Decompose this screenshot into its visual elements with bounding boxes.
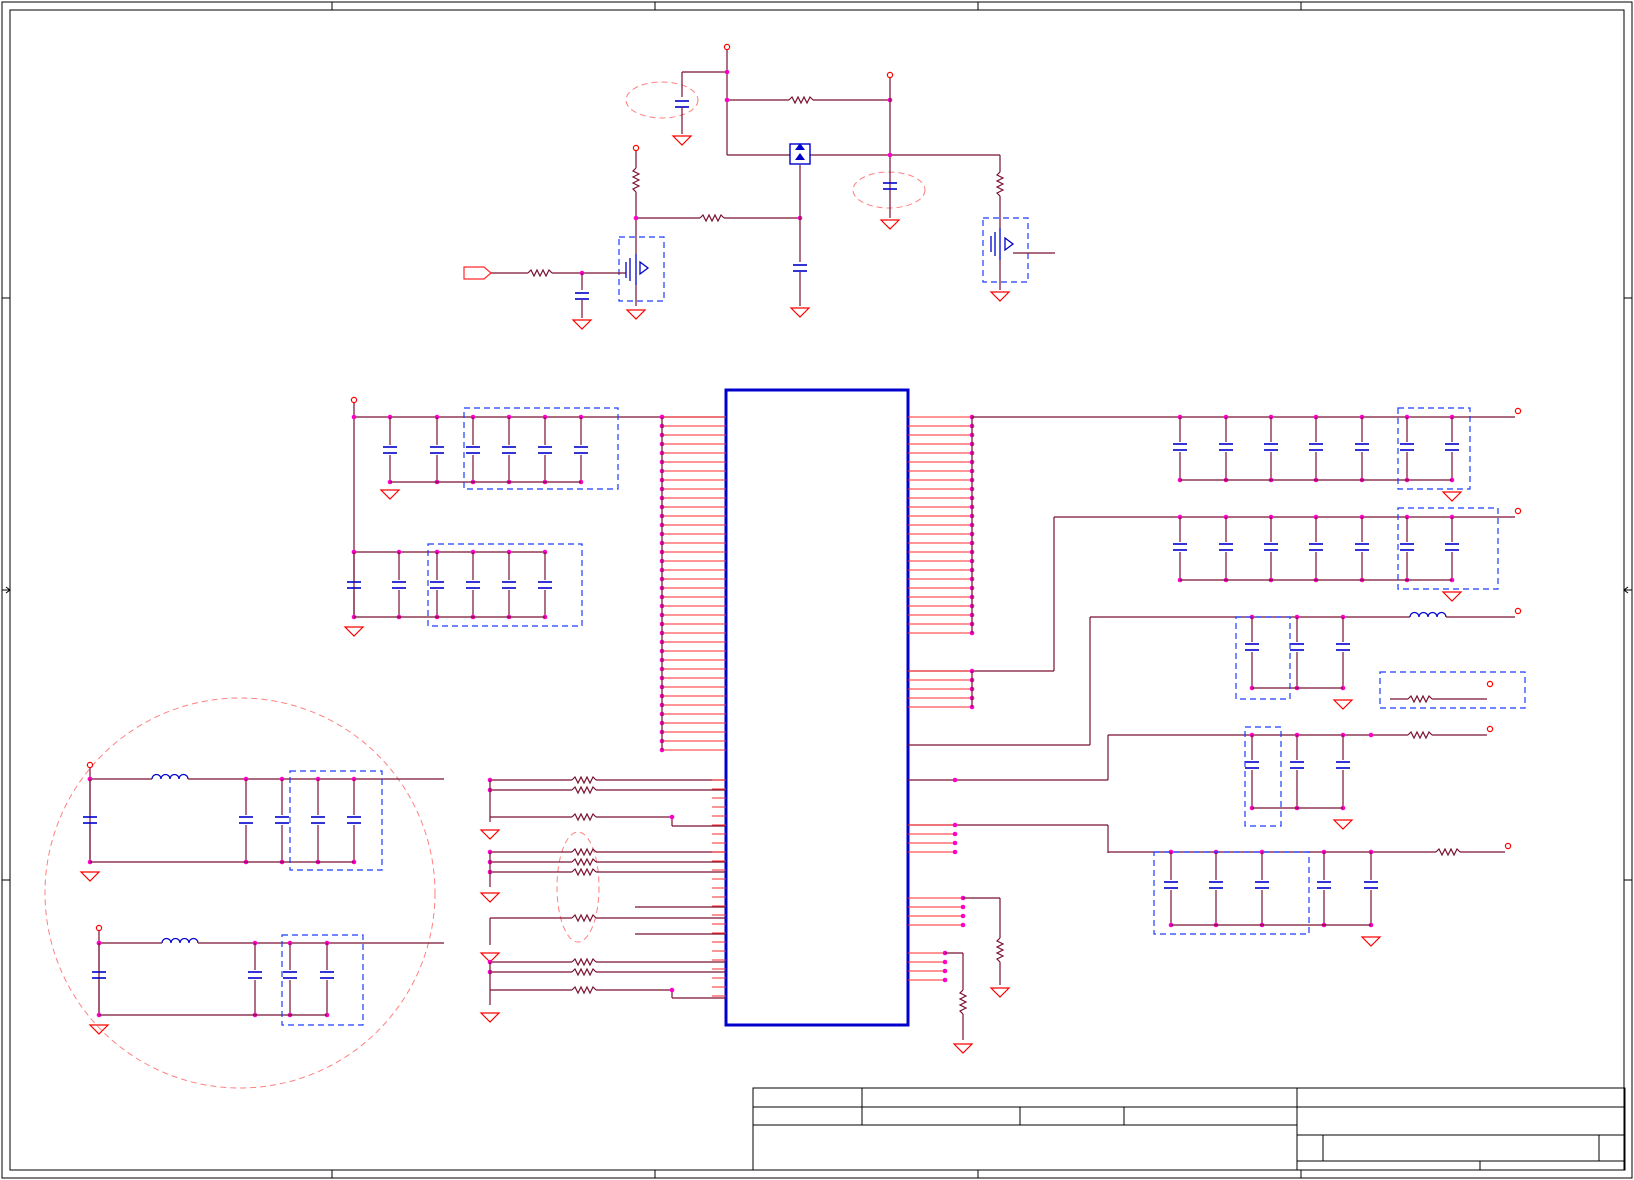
ground-icon xyxy=(789,307,811,318)
ground-icon xyxy=(989,291,1011,302)
resistor-icon xyxy=(631,167,641,193)
power-port-icon xyxy=(632,144,640,152)
component-group-box xyxy=(289,770,383,871)
resistor-icon xyxy=(571,857,597,867)
sheet-frame xyxy=(1,1,1633,1179)
component-group-box xyxy=(1235,616,1291,700)
ground-icon xyxy=(625,309,647,320)
junction-dot xyxy=(724,69,730,75)
power-port-icon xyxy=(886,71,894,79)
resistor-icon xyxy=(571,775,597,785)
junction-dot xyxy=(960,904,966,910)
ground-icon xyxy=(571,319,593,330)
resistor-icon xyxy=(571,957,597,967)
ground-icon xyxy=(1441,491,1463,502)
junction-dot xyxy=(724,97,730,103)
resistor-icon xyxy=(571,967,597,977)
junction-dot xyxy=(351,414,357,420)
resistor-icon xyxy=(527,268,553,278)
component-group-box xyxy=(463,407,619,490)
resistor-icon xyxy=(699,213,725,223)
resistor-icon xyxy=(571,867,597,877)
component-group-box xyxy=(1397,407,1471,490)
power-port-icon xyxy=(86,761,94,769)
ground-icon xyxy=(989,987,1011,998)
resistor-icon xyxy=(995,171,1005,197)
junction-dot xyxy=(669,814,675,820)
inductor-icon xyxy=(161,937,199,944)
junction-dot xyxy=(960,922,966,928)
junction-dot xyxy=(960,913,966,919)
ground-icon xyxy=(479,829,501,840)
ground-icon xyxy=(1360,936,1382,947)
mosfet-icon xyxy=(625,254,650,285)
power-port-icon xyxy=(1486,680,1494,688)
diode-icon xyxy=(795,153,805,160)
ground-icon xyxy=(343,626,365,637)
inductor-icon xyxy=(151,773,189,780)
ground-icon xyxy=(479,892,501,903)
power-port-icon xyxy=(1504,842,1512,850)
power-port-icon xyxy=(1514,507,1522,515)
title-block xyxy=(752,1087,1626,1171)
junction-dot xyxy=(942,959,948,965)
resistor-icon xyxy=(1407,694,1433,704)
resistor-icon xyxy=(1435,847,1461,857)
power-port-icon xyxy=(1514,607,1522,615)
schematic-sheet xyxy=(0,0,1634,1180)
mosfet-icon xyxy=(990,228,1015,260)
ground-icon xyxy=(479,1012,501,1023)
ground-icon xyxy=(879,219,901,230)
power-port-icon xyxy=(1514,407,1522,415)
ground-icon xyxy=(379,489,401,500)
component-group-box xyxy=(1397,507,1499,590)
ground-icon xyxy=(1332,699,1354,710)
power-port-icon xyxy=(95,924,103,932)
power-port-icon xyxy=(1486,725,1494,733)
component-group-box xyxy=(1244,726,1282,827)
resistor-icon xyxy=(571,847,597,857)
ground-icon xyxy=(671,135,693,146)
resistor-icon xyxy=(571,785,597,795)
resistor-icon xyxy=(571,985,597,995)
junction-dot xyxy=(942,977,948,983)
junction-dot xyxy=(633,215,639,221)
junction-dot xyxy=(952,777,958,783)
schematic-drawing xyxy=(1,1,1633,1179)
highlight-marks xyxy=(44,81,926,1089)
junction-dot xyxy=(1368,732,1374,738)
component-group-box xyxy=(1153,851,1310,935)
resistor-icon xyxy=(788,95,814,105)
circuit-elements xyxy=(79,43,1526,1054)
component-group-box xyxy=(1379,671,1526,709)
main-ic xyxy=(724,388,910,1027)
junction-dot xyxy=(942,968,948,974)
resistor-icon xyxy=(958,989,968,1015)
ground-icon xyxy=(1332,819,1354,830)
resistor-icon xyxy=(571,812,597,822)
resistor-icon xyxy=(571,913,597,923)
junction-dot xyxy=(952,849,958,855)
ground-icon xyxy=(79,871,101,882)
junction-dot xyxy=(952,822,958,828)
power-port-icon xyxy=(350,396,358,404)
junction-dot xyxy=(952,831,958,837)
inductor-icon xyxy=(1409,611,1447,618)
junction-dot xyxy=(887,152,893,158)
junction-dot xyxy=(952,840,958,846)
resistor-icon xyxy=(1407,730,1433,740)
power-port-icon xyxy=(723,43,731,51)
resistor-icon xyxy=(995,937,1005,963)
component-group-box xyxy=(281,934,364,1026)
ground-icon xyxy=(1441,591,1463,602)
component-group-box xyxy=(427,543,583,627)
ground-icon xyxy=(952,1043,974,1054)
connector-icon xyxy=(463,266,492,280)
junction-dot xyxy=(669,987,675,993)
ground-icon xyxy=(88,1024,110,1035)
